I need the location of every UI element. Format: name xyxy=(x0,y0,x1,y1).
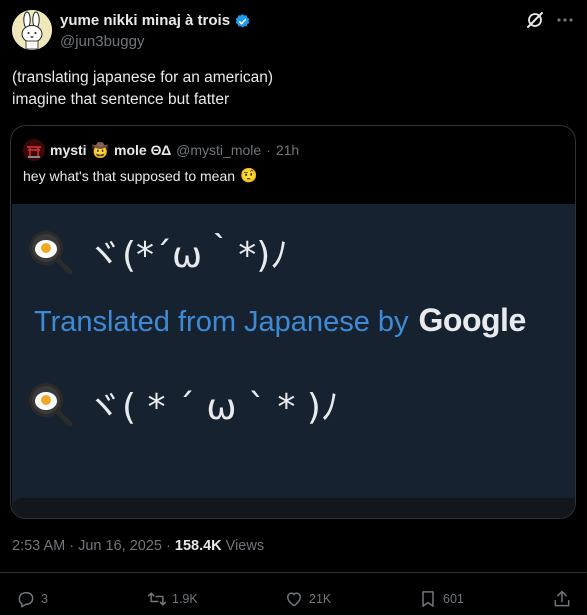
quoted-author-name[interactable]: mysti xyxy=(50,142,87,158)
author-handle[interactable]: @jun3buggy xyxy=(60,32,251,52)
share-icon xyxy=(554,590,570,607)
quoted-time[interactable]: 21h xyxy=(276,142,299,158)
tweet-header: yume nikki minaj à trois @jun3buggy xyxy=(12,10,575,54)
kaomoji-top-row: ヾ(*´ω｀*)ﾉ xyxy=(26,226,288,278)
like-count: 21K xyxy=(309,592,332,606)
grok-icon xyxy=(527,12,543,28)
more-options-button[interactable] xyxy=(555,10,575,30)
bookmark-icon xyxy=(422,591,434,607)
like-button[interactable]: 21K xyxy=(284,589,331,609)
cowboy-emoji-icon: 🤠 xyxy=(91,141,110,158)
meta-separator-1: · xyxy=(69,538,75,554)
author-names: yume nikki minaj à trois @jun3buggy xyxy=(60,12,251,52)
share-button[interactable] xyxy=(552,589,572,609)
repost-icon xyxy=(147,592,167,606)
bunny-avatar-icon xyxy=(12,10,52,50)
tweet-line-1: (translating japanese for an american) xyxy=(12,69,274,86)
bookmark-button[interactable]: 601 xyxy=(418,589,464,609)
verified-badge-icon xyxy=(235,13,250,28)
reply-button[interactable]: 3 xyxy=(16,589,48,609)
kaomoji-translated: ヾ( * ´ ω ` * )ﾉ xyxy=(86,387,339,428)
meta-separator-2: · xyxy=(166,538,171,554)
ellipsis-icon xyxy=(557,18,573,22)
quoted-tweet-text: hey what's that supposed to mean 🤨 xyxy=(23,167,257,184)
translated-banner: Translated from Japanese by Google xyxy=(34,302,526,339)
author-name-text[interactable]: yume nikki minaj à trois xyxy=(60,12,230,30)
tweet-time[interactable]: 2:53 AM xyxy=(12,538,65,554)
tweet-body: (translating japanese for an american) i… xyxy=(12,67,273,111)
quoted-author-handle[interactable]: @mysti_mole xyxy=(176,142,261,158)
grok-button[interactable] xyxy=(525,10,545,30)
quoted-author-name-rest[interactable]: mole ΘΔ xyxy=(114,142,171,158)
bookmark-count: 601 xyxy=(443,592,464,606)
kaomoji-original: ヾ(*´ω｀*)ﾉ xyxy=(86,235,289,276)
tweet-line-2: imagine that sentence but fatter xyxy=(12,91,230,108)
quoted-media-image[interactable]: ヾ(*´ω｀*)ﾉ Translated from Japanese by Go… xyxy=(12,204,575,518)
translated-from-label: Translated from Japanese by xyxy=(34,306,409,338)
views-label: Views xyxy=(225,538,265,554)
quoted-text-body: hey what's that supposed to mean xyxy=(23,167,236,184)
kaomoji-bottom-row: ヾ( * ´ ω ` * )ﾉ xyxy=(26,378,339,430)
author-display-name[interactable]: yume nikki minaj à trois xyxy=(60,12,251,30)
tweet-meta: 2:53 AM · Jun 16, 2025 · 158.4K Views xyxy=(12,538,264,554)
raised-eyebrow-emoji-icon: 🤨 xyxy=(240,167,258,183)
divider xyxy=(0,572,587,573)
media-bottom-bar xyxy=(12,498,575,518)
views-count[interactable]: 158.4K xyxy=(175,538,222,554)
quoted-tweet-header: mysti 🤠 mole ΘΔ @mysti_mole · 21h xyxy=(23,139,299,161)
google-logo: Google xyxy=(418,302,527,338)
tweet-date[interactable]: Jun 16, 2025 xyxy=(78,538,162,554)
reply-icon xyxy=(18,592,34,608)
quoted-separator: · xyxy=(266,142,271,158)
quoted-author-avatar[interactable] xyxy=(23,139,45,161)
repost-button[interactable]: 1.9K xyxy=(147,589,198,609)
heart-icon xyxy=(287,592,301,607)
quoted-tweet[interactable]: mysti 🤠 mole ΘΔ @mysti_mole · 21h hey wh… xyxy=(10,125,576,519)
action-bar: 3 1.9K 21K 601 xyxy=(0,585,587,613)
frying-pan-egg-icon xyxy=(29,383,73,427)
shrine-avatar-icon xyxy=(23,139,45,161)
frying-pan-egg-icon xyxy=(29,231,73,275)
author-avatar[interactable] xyxy=(12,10,52,50)
reply-count: 3 xyxy=(41,592,48,606)
repost-count: 1.9K xyxy=(172,592,198,606)
